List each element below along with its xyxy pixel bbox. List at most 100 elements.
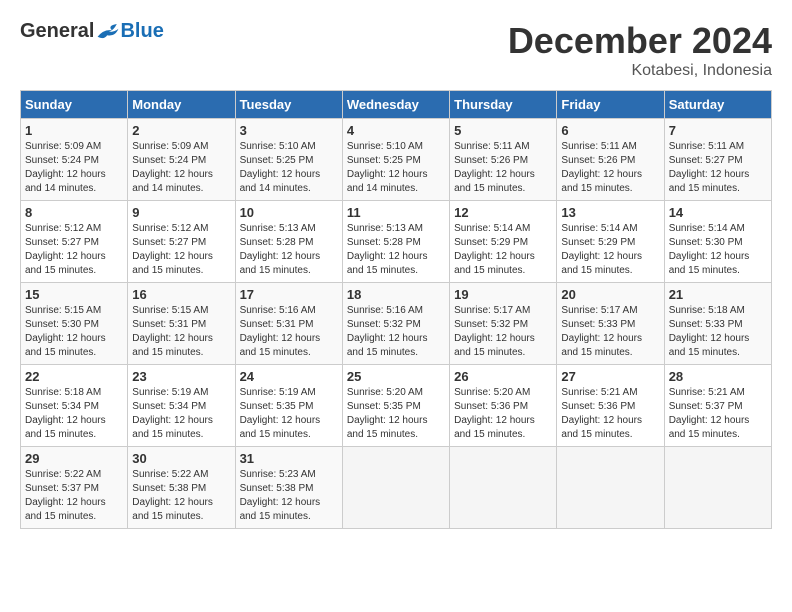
logo-general-text: General: [20, 20, 94, 43]
day-number: 8: [25, 205, 123, 220]
day-number: 25: [347, 369, 445, 384]
calendar-cell: 28 Sunrise: 5:21 AMSunset: 5:37 PMDaylig…: [664, 365, 771, 447]
calendar-cell: [342, 447, 449, 529]
day-info: Sunrise: 5:17 AMSunset: 5:32 PMDaylight:…: [454, 305, 535, 358]
calendar-header-saturday: Saturday: [664, 91, 771, 119]
day-info: Sunrise: 5:16 AMSunset: 5:31 PMDaylight:…: [240, 305, 321, 358]
calendar-week-2: 8 Sunrise: 5:12 AMSunset: 5:27 PMDayligh…: [21, 201, 772, 283]
day-number: 24: [240, 369, 338, 384]
day-number: 29: [25, 451, 123, 466]
month-title: December 2024: [508, 20, 772, 62]
day-number: 10: [240, 205, 338, 220]
day-info: Sunrise: 5:13 AMSunset: 5:28 PMDaylight:…: [347, 223, 428, 276]
calendar-header-sunday: Sunday: [21, 91, 128, 119]
day-info: Sunrise: 5:15 AMSunset: 5:31 PMDaylight:…: [132, 305, 213, 358]
day-info: Sunrise: 5:19 AMSunset: 5:35 PMDaylight:…: [240, 387, 321, 440]
day-number: 21: [669, 287, 767, 302]
day-info: Sunrise: 5:14 AMSunset: 5:30 PMDaylight:…: [669, 223, 750, 276]
day-number: 31: [240, 451, 338, 466]
calendar-cell: [664, 447, 771, 529]
calendar-cell: [450, 447, 557, 529]
calendar-cell: 5 Sunrise: 5:11 AMSunset: 5:26 PMDayligh…: [450, 119, 557, 201]
day-number: 26: [454, 369, 552, 384]
day-info: Sunrise: 5:22 AMSunset: 5:37 PMDaylight:…: [25, 469, 106, 522]
calendar-cell: 26 Sunrise: 5:20 AMSunset: 5:36 PMDaylig…: [450, 365, 557, 447]
day-info: Sunrise: 5:13 AMSunset: 5:28 PMDaylight:…: [240, 223, 321, 276]
day-info: Sunrise: 5:18 AMSunset: 5:34 PMDaylight:…: [25, 387, 106, 440]
day-info: Sunrise: 5:12 AMSunset: 5:27 PMDaylight:…: [25, 223, 106, 276]
calendar-cell: 18 Sunrise: 5:16 AMSunset: 5:32 PMDaylig…: [342, 283, 449, 365]
calendar-cell: 16 Sunrise: 5:15 AMSunset: 5:31 PMDaylig…: [128, 283, 235, 365]
day-info: Sunrise: 5:10 AMSunset: 5:25 PMDaylight:…: [347, 141, 428, 194]
calendar-header-wednesday: Wednesday: [342, 91, 449, 119]
day-number: 27: [561, 369, 659, 384]
day-number: 1: [25, 123, 123, 138]
day-info: Sunrise: 5:09 AMSunset: 5:24 PMDaylight:…: [25, 141, 106, 194]
day-info: Sunrise: 5:12 AMSunset: 5:27 PMDaylight:…: [132, 223, 213, 276]
day-number: 11: [347, 205, 445, 220]
day-number: 30: [132, 451, 230, 466]
title-block: December 2024 Kotabesi, Indonesia: [508, 20, 772, 80]
calendar-cell: 17 Sunrise: 5:16 AMSunset: 5:31 PMDaylig…: [235, 283, 342, 365]
day-info: Sunrise: 5:21 AMSunset: 5:36 PMDaylight:…: [561, 387, 642, 440]
day-info: Sunrise: 5:11 AMSunset: 5:26 PMDaylight:…: [454, 141, 535, 194]
page-header: General Blue December 2024 Kotabesi, Ind…: [20, 20, 772, 80]
day-info: Sunrise: 5:16 AMSunset: 5:32 PMDaylight:…: [347, 305, 428, 358]
calendar-cell: 11 Sunrise: 5:13 AMSunset: 5:28 PMDaylig…: [342, 201, 449, 283]
calendar-week-1: 1 Sunrise: 5:09 AMSunset: 5:24 PMDayligh…: [21, 119, 772, 201]
day-number: 3: [240, 123, 338, 138]
day-number: 16: [132, 287, 230, 302]
calendar-cell: 20 Sunrise: 5:17 AMSunset: 5:33 PMDaylig…: [557, 283, 664, 365]
logo: General Blue: [20, 20, 164, 43]
calendar-cell: 1 Sunrise: 5:09 AMSunset: 5:24 PMDayligh…: [21, 119, 128, 201]
day-info: Sunrise: 5:15 AMSunset: 5:30 PMDaylight:…: [25, 305, 106, 358]
day-number: 19: [454, 287, 552, 302]
day-info: Sunrise: 5:14 AMSunset: 5:29 PMDaylight:…: [454, 223, 535, 276]
day-number: 13: [561, 205, 659, 220]
day-number: 17: [240, 287, 338, 302]
calendar-table: SundayMondayTuesdayWednesdayThursdayFrid…: [20, 90, 772, 529]
day-number: 14: [669, 205, 767, 220]
day-number: 22: [25, 369, 123, 384]
day-info: Sunrise: 5:21 AMSunset: 5:37 PMDaylight:…: [669, 387, 750, 440]
calendar-cell: 3 Sunrise: 5:10 AMSunset: 5:25 PMDayligh…: [235, 119, 342, 201]
calendar-header-monday: Monday: [128, 91, 235, 119]
calendar-week-4: 22 Sunrise: 5:18 AMSunset: 5:34 PMDaylig…: [21, 365, 772, 447]
calendar-week-3: 15 Sunrise: 5:15 AMSunset: 5:30 PMDaylig…: [21, 283, 772, 365]
day-number: 4: [347, 123, 445, 138]
day-info: Sunrise: 5:20 AMSunset: 5:36 PMDaylight:…: [454, 387, 535, 440]
day-number: 5: [454, 123, 552, 138]
location-text: Kotabesi, Indonesia: [508, 62, 772, 80]
calendar-cell: 15 Sunrise: 5:15 AMSunset: 5:30 PMDaylig…: [21, 283, 128, 365]
calendar-cell: 23 Sunrise: 5:19 AMSunset: 5:34 PMDaylig…: [128, 365, 235, 447]
calendar-cell: 29 Sunrise: 5:22 AMSunset: 5:37 PMDaylig…: [21, 447, 128, 529]
calendar-cell: 21 Sunrise: 5:18 AMSunset: 5:33 PMDaylig…: [664, 283, 771, 365]
calendar-cell: 31 Sunrise: 5:23 AMSunset: 5:38 PMDaylig…: [235, 447, 342, 529]
calendar-cell: 10 Sunrise: 5:13 AMSunset: 5:28 PMDaylig…: [235, 201, 342, 283]
day-info: Sunrise: 5:22 AMSunset: 5:38 PMDaylight:…: [132, 469, 213, 522]
calendar-header-thursday: Thursday: [450, 91, 557, 119]
calendar-cell: 7 Sunrise: 5:11 AMSunset: 5:27 PMDayligh…: [664, 119, 771, 201]
day-info: Sunrise: 5:11 AMSunset: 5:27 PMDaylight:…: [669, 141, 750, 194]
day-number: 18: [347, 287, 445, 302]
day-info: Sunrise: 5:19 AMSunset: 5:34 PMDaylight:…: [132, 387, 213, 440]
day-info: Sunrise: 5:09 AMSunset: 5:24 PMDaylight:…: [132, 141, 213, 194]
calendar-cell: 8 Sunrise: 5:12 AMSunset: 5:27 PMDayligh…: [21, 201, 128, 283]
calendar-cell: 22 Sunrise: 5:18 AMSunset: 5:34 PMDaylig…: [21, 365, 128, 447]
day-info: Sunrise: 5:14 AMSunset: 5:29 PMDaylight:…: [561, 223, 642, 276]
calendar-header-friday: Friday: [557, 91, 664, 119]
calendar-cell: 27 Sunrise: 5:21 AMSunset: 5:36 PMDaylig…: [557, 365, 664, 447]
calendar-header-tuesday: Tuesday: [235, 91, 342, 119]
day-number: 28: [669, 369, 767, 384]
day-info: Sunrise: 5:18 AMSunset: 5:33 PMDaylight:…: [669, 305, 750, 358]
calendar-body: 1 Sunrise: 5:09 AMSunset: 5:24 PMDayligh…: [21, 119, 772, 529]
calendar-cell: 13 Sunrise: 5:14 AMSunset: 5:29 PMDaylig…: [557, 201, 664, 283]
day-info: Sunrise: 5:11 AMSunset: 5:26 PMDaylight:…: [561, 141, 642, 194]
calendar-cell: 24 Sunrise: 5:19 AMSunset: 5:35 PMDaylig…: [235, 365, 342, 447]
day-info: Sunrise: 5:23 AMSunset: 5:38 PMDaylight:…: [240, 469, 321, 522]
day-number: 6: [561, 123, 659, 138]
logo-bird-icon: [96, 22, 120, 42]
day-number: 23: [132, 369, 230, 384]
calendar-header-row: SundayMondayTuesdayWednesdayThursdayFrid…: [21, 91, 772, 119]
day-info: Sunrise: 5:17 AMSunset: 5:33 PMDaylight:…: [561, 305, 642, 358]
